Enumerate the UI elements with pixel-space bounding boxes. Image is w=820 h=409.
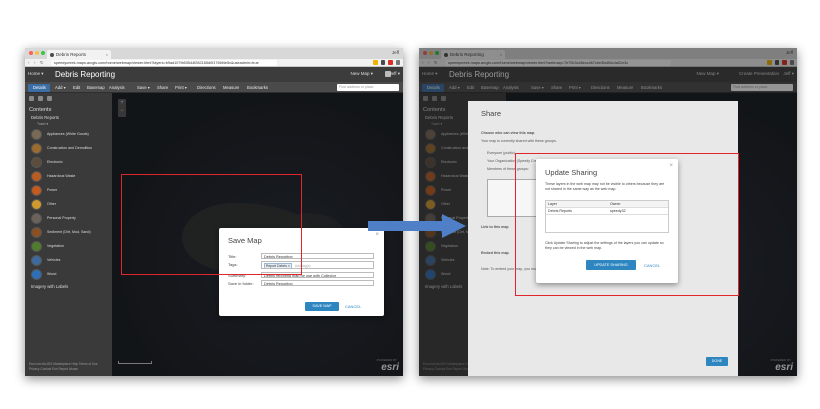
star-icon[interactable] [373,60,378,65]
bookmarks-button[interactable]: Bookmarks [247,85,268,90]
url-field[interactable]: speedycreek.maps.arcgis.com/home/webmap/… [51,60,277,66]
cancel-button[interactable]: CANCEL [345,304,361,309]
close-window-icon[interactable] [29,51,33,55]
layer-item[interactable]: Power [25,184,112,198]
layer-label: Personal Property [47,216,76,220]
window-controls [29,51,45,55]
browser-tab[interactable]: Debris Reports × [47,50,111,59]
folder-row: Save in folder: Debris Reporting [228,280,374,286]
share-instruction: Choose who can view this map. [481,131,536,135]
profile-tag[interactable]: Jeff [392,50,399,55]
layer-symbol-icon [31,129,42,140]
browser-tab-title: Debris Reports [56,52,87,57]
share-button[interactable]: Share [157,85,168,90]
contents-icon[interactable] [38,96,43,101]
layer-symbol-icon [31,227,42,238]
layer-label: Vehicles [47,258,61,262]
layer-label: Sediment (Dirt, Mud, Sand) [47,230,91,234]
layer-item[interactable]: Construction and Demolition [25,142,112,156]
home-menu[interactable]: Home ▾ [28,71,44,77]
maximize-window-icon[interactable] [41,51,45,55]
layer-symbol-icon [31,157,42,168]
layer-symbol-icon [31,213,42,224]
layer-item[interactable]: Appliances (White Goods) [25,128,112,142]
extension-icon[interactable] [388,60,393,65]
right-arrow-icon [368,214,466,238]
edit-button[interactable]: Edit [73,85,80,90]
layer-symbol-icon [31,199,42,210]
minimize-window-icon[interactable] [35,51,39,55]
layer-item[interactable]: Personal Property [25,212,112,226]
contents-heading: Contents [29,107,52,113]
done-button[interactable]: DONE [706,357,728,366]
directions-button[interactable]: Directions [197,85,216,90]
layer-root[interactable]: Debris Reports [25,115,112,122]
close-tab-icon[interactable]: × [106,52,108,57]
layer-item[interactable]: Electronic [25,156,112,170]
layer-symbol-icon [31,269,42,280]
layer-symbol-icon [31,255,42,266]
layer-symbol-icon [31,241,42,252]
favicon-icon [50,52,54,57]
address-bar-row: ‹ › ↻ speedycreek.maps.arcgis.com/home/w… [25,59,403,67]
layer-label: Other [47,202,56,206]
layer-label: Electronic [47,160,63,164]
folder-select[interactable]: Debris Reporting [261,280,374,286]
basemap-button[interactable]: Basemap [87,85,105,90]
share-status: Your map is currently shared with these … [481,139,557,143]
analysis-button[interactable]: Analysis [109,85,125,90]
contents-sidebar: Contents Debris Reports Trash ▾ Applianc… [25,93,112,376]
imagery-layer[interactable]: Imagery with Labels [25,284,112,291]
map-toolbar: Details Add ▾ Edit Basemap Analysis Save… [25,82,403,93]
save-dialog-highlight [121,174,302,275]
layer-label: Appliances (White Goods) [47,132,89,136]
layer-list: Appliances (White Goods) Construction and… [25,128,112,282]
tutorial-composite: Debris Reports × Jeff ‹ › ↻ speedycreek.… [0,0,820,409]
layer-symbol-icon [31,143,42,154]
sidebar-tool-icons [25,93,112,103]
about-icon[interactable] [29,96,34,101]
map-title: Debris Reporting [55,69,116,79]
add-button[interactable]: Add ▾ [55,85,66,90]
embed-heading: Embed this map [481,251,509,255]
layer-label: Wood [47,272,57,276]
layer-item[interactable]: Hazardous Waste [25,170,112,184]
layer-item[interactable]: Vegetation [25,240,112,254]
search-input[interactable]: Find address or place [337,84,399,91]
extension-icons [373,60,400,65]
layer-label: Power [47,188,58,192]
measure-button[interactable]: Measure [223,85,239,90]
app-header: Home ▾ Debris Reporting New Map ▾ Jeff ▾ [25,67,403,82]
extension-icon[interactable] [380,60,385,65]
share-heading: Share [481,109,502,118]
layer-item[interactable]: Wood [25,268,112,282]
user-menu[interactable]: Jeff ▾ [389,71,400,77]
layer-item[interactable]: Sediment (Dirt, Mud, Sand) [25,226,112,240]
print-button[interactable]: Print ▾ [175,85,187,90]
layer-label: Construction and Demolition [47,146,93,150]
footer-links[interactable]: Esri.com ArcGIS Marketplace Help Terms o… [29,362,107,372]
layer-label: Hazardous Waste [47,174,76,178]
details-button[interactable]: Details [28,83,50,92]
folder-label: Save in folder: [228,280,254,286]
save-map-button[interactable]: SAVE MAP [305,302,339,311]
update-dialog-highlight [515,153,739,296]
nav-buttons[interactable]: ‹ › ↻ [28,60,45,66]
layer-symbol-icon [31,171,42,182]
new-map-menu[interactable]: New Map ▾ [350,71,373,77]
link-heading: Link to this map [481,225,509,229]
save-button[interactable]: Save ▾ [137,85,150,90]
menu-icon[interactable] [395,60,400,65]
layer-item[interactable]: Other [25,198,112,212]
layer-label: Vegetation [47,244,64,248]
layer-symbol-icon [31,185,42,196]
browser-tab-strip: Debris Reports × Jeff [25,48,403,59]
legend-icon[interactable] [47,96,52,101]
share-everyone-option[interactable]: Everyone (public) [487,151,515,155]
layer-item[interactable]: Vehicles [25,254,112,268]
